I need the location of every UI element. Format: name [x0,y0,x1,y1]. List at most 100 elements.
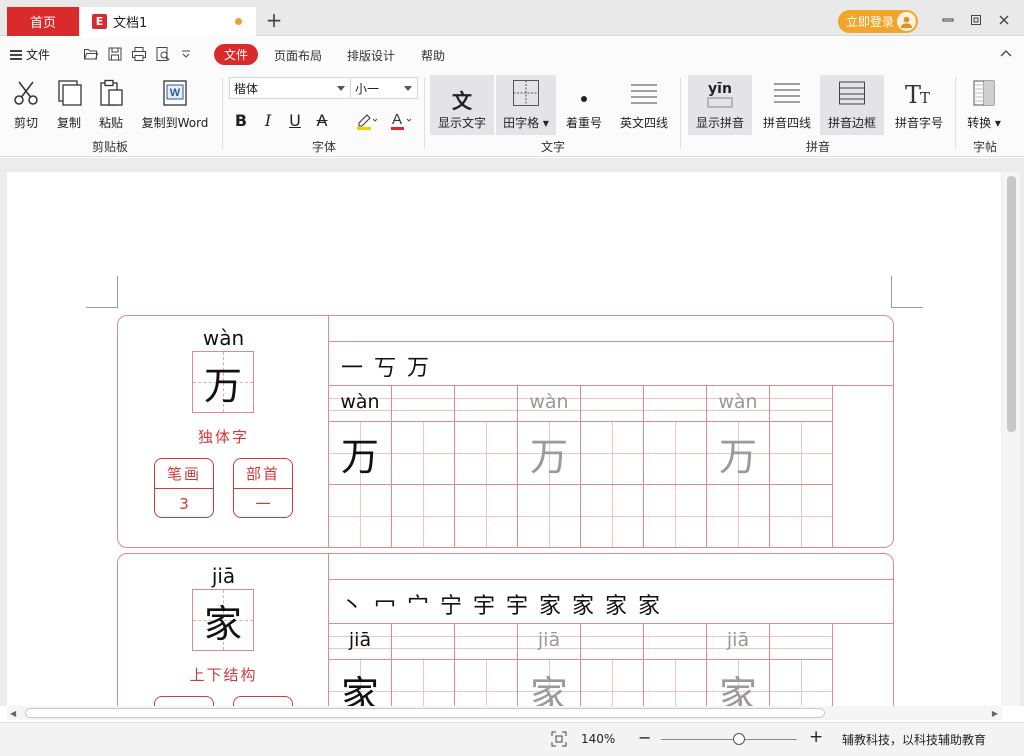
tab-page-layout[interactable]: 页面布局 [274,47,322,64]
close-button[interactable] [996,12,1012,28]
stroke-count-label: 笔画 [155,459,213,489]
scroll-left-icon[interactable]: ◀ [10,709,16,718]
separator [424,77,425,149]
horizontal-scrollbar[interactable]: ◀ ▶ [7,706,1002,720]
svg-text:T: T [905,81,921,107]
zoom-in-button[interactable]: + [809,727,823,747]
chevron-down-icon [404,86,412,91]
tab-layout-design[interactable]: 排版设计 [347,47,395,64]
pinyin-border-button[interactable]: 拼音边框 [820,75,884,135]
pinyin-practice-cell [770,624,833,660]
show-text-label: 显示文字 [437,116,486,130]
hanzi-practice-cell [707,485,770,547]
practice-pinyin: jiā [726,629,750,651]
login-button[interactable]: 立即登录 [838,10,918,33]
copy-button[interactable]: 复制 [51,75,87,135]
hanzi-practice-cell [455,485,518,547]
vertical-scroll-thumb[interactable] [1007,176,1016,432]
save-icon[interactable] [107,46,123,62]
stroke-count-box: 笔画 3 [154,458,214,518]
hanzi-practice-cell: 万 [329,422,392,485]
pinyin-group-label: 拼音 [806,140,831,154]
hanzi-practice-cell [770,485,833,547]
company-slogan: 辅教科技，以科技辅助教育 [842,733,987,747]
separator [680,77,681,149]
practice-pinyin: wàn [529,391,569,413]
tab-home[interactable]: 首页 [7,7,79,36]
tab-help[interactable]: 帮助 [421,47,445,64]
strikethrough-button[interactable]: A [311,109,333,131]
status-bar: 140% − + 辅教科技，以科技辅助教育 [0,722,1024,756]
italic-button[interactable]: I [257,109,279,131]
clipboard-group-label: 剪贴板 [92,140,129,154]
practice-character: 家 [529,673,568,706]
show-pinyin-button[interactable]: yīn 显示拼音 [688,75,752,135]
radical-label: 部首 [234,459,292,489]
underline-button[interactable]: U [284,109,306,131]
ribbon: 剪切 复制 粘贴 W 复制到Word 剪贴板 楷体 小一 B I U A A 字… [0,71,1024,157]
scroll-right-icon[interactable]: ▶ [992,709,998,718]
practice-character: 万 [529,435,568,479]
maximize-button[interactable] [968,12,984,28]
copybook-group-label: 字帖 [973,140,998,154]
zoom-slider-handle[interactable] [732,733,745,745]
login-label: 立即登录 [846,15,895,29]
paste-button[interactable]: 粘贴 [93,75,129,135]
copy-to-word-button[interactable]: W 复制到Word [138,75,212,135]
cut-button[interactable]: 剪切 [8,75,44,135]
zoom-slider[interactable] [661,733,797,745]
radical-box [233,696,293,706]
character-pinyin: jiā [211,564,236,588]
practice-grid: jiā jiā jiā 家 家 家 [329,624,833,706]
vertical-scrollbar[interactable] [1002,172,1020,706]
emphasis-mark-button[interactable]: 着重号 [562,75,606,135]
character-grid-box: 家 [192,589,254,651]
practice-pinyin: jiā [537,629,561,651]
font-family-select[interactable]: 楷体 [229,77,351,99]
convert-label: 转换 ▾ [967,116,1001,130]
minimize-button[interactable] [940,12,956,28]
radical-value: 一 [255,495,271,513]
print-icon[interactable] [131,46,147,62]
dot-icon [579,93,589,107]
pinyin-practice-cell: jiā [518,624,581,660]
open-folder-icon[interactable] [83,46,99,62]
tian-grid-icon [512,79,540,110]
new-tab-button[interactable]: + [264,9,284,31]
pinyin-practice-cell [770,386,833,422]
hanzi-practice-cell [392,660,455,706]
bold-button[interactable]: B [230,109,252,131]
practice-character: 万 [718,435,757,479]
zoom-out-button[interactable]: − [638,728,651,747]
tian-grid-label: 田字格 ▾ [503,116,549,130]
hanzi-practice-cell [770,660,833,706]
show-text-button[interactable]: 文 显示文字 [430,75,494,135]
hanzi-practice-cell [581,422,644,485]
character-card: wàn 万独体字 笔画 3 部首一一 丂 万 wàn wàn wàn 万万万 [117,315,894,548]
title-bar: 首页 E 文档1 + 立即登录 [0,0,1024,36]
print-preview-icon[interactable] [155,46,171,62]
pinyin-lines-button[interactable]: 拼音四线 [758,75,816,135]
hanzi-practice-cell: 万 [518,422,581,485]
svg-text:A: A [392,111,402,128]
tab-document[interactable]: E 文档1 [80,7,256,36]
horizontal-scroll-thumb[interactable] [25,708,825,718]
quick-access-dropdown-icon[interactable] [180,46,196,62]
practice-character: 家 [718,673,757,706]
pinyin-size-button[interactable]: TT 拼音字号 [890,75,948,135]
hanzi-practice-cell: 家 [518,660,581,706]
stroke-order-row: 丶 冖 宀 宁 宇 宇 家 家 家 家 [329,579,893,624]
convert-button[interactable]: 转换 ▾ [962,75,1006,135]
hanzi-practice-cell: 万 [707,422,770,485]
highlight-button[interactable] [353,109,379,131]
font-color-button[interactable]: A [388,109,414,131]
english-lines-button[interactable]: 英文四线 [614,75,674,135]
hanzi-practice-cell [392,485,455,547]
tian-grid-button[interactable]: 田字格 ▾ [496,75,556,135]
tab-file[interactable]: 文件 [214,44,258,65]
fit-page-icon[interactable] [551,731,567,750]
file-menu-button[interactable]: 文件 [10,46,50,63]
collapse-ribbon-icon[interactable] [1000,48,1012,60]
font-size-select[interactable]: 小一 [350,77,418,99]
pinyin-practice-cell [644,624,707,660]
